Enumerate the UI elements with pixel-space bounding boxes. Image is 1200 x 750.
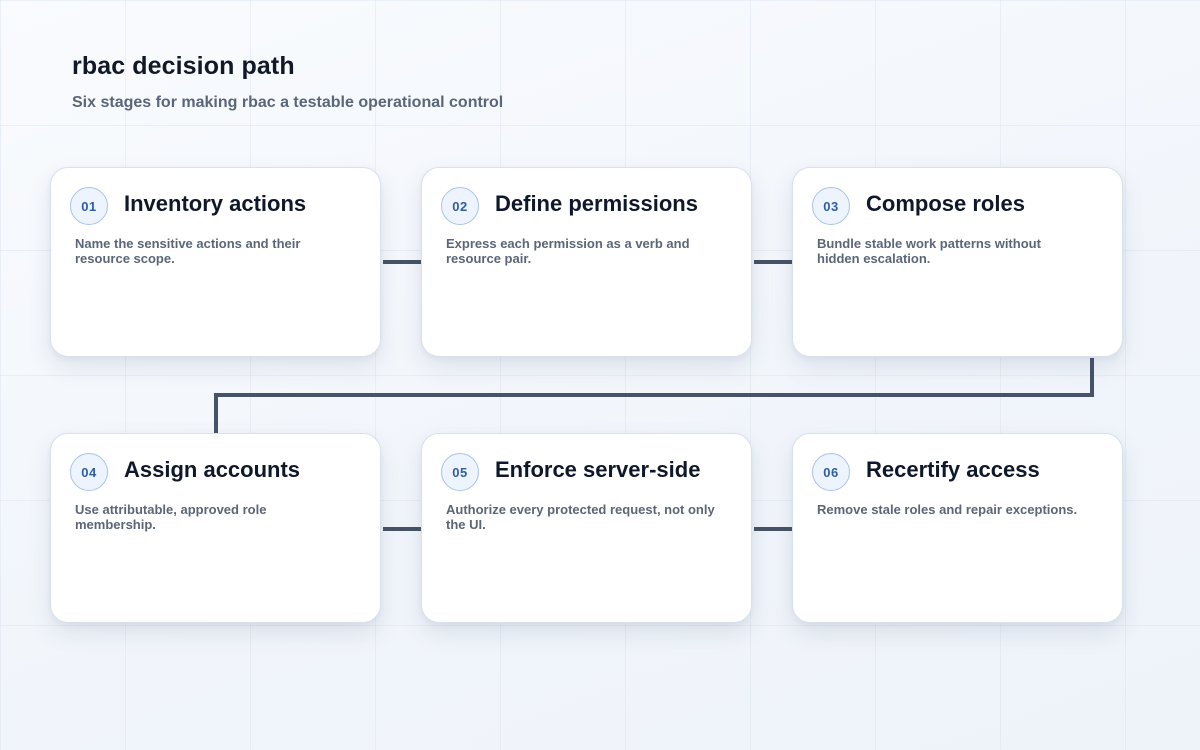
stage-title: Inventory actions: [124, 191, 307, 216]
stage-description: Authorize every protected request, not o…: [446, 502, 715, 532]
stage-title: Compose roles: [866, 191, 1025, 216]
stage-card-compose-roles: 03 Compose roles Bundle stable work patt…: [792, 167, 1123, 357]
stage-card-recertify-access: 06 Recertify access Remove stale roles a…: [792, 433, 1123, 623]
stage-number-badge: 02: [441, 187, 479, 225]
stage-title: Assign accounts: [124, 457, 301, 482]
stage-number-badge: 01: [70, 187, 108, 225]
connector-03-04: [214, 358, 1094, 433]
stage-card-assign-accounts: 04 Assign accounts Use attributable, app…: [50, 433, 381, 623]
stage-card-enforce-server-side: 05 Enforce server-side Authorize every p…: [421, 433, 752, 623]
stage-number-badge: 06: [812, 453, 850, 491]
stage-title: Define permissions: [495, 191, 698, 216]
stage-number-badge: 05: [441, 453, 479, 491]
stage-description: Bundle stable work patterns without hidd…: [817, 236, 1041, 266]
stage-title: Enforce server-side: [495, 457, 701, 482]
stage-number-badge: 03: [812, 187, 850, 225]
stage-card-define-permissions: 02 Define permissions Express each permi…: [421, 167, 752, 357]
stage-description: Express each permission as a verb and re…: [446, 236, 690, 266]
stage-description: Use attributable, approved role membersh…: [75, 502, 267, 532]
stage-title: Recertify access: [866, 457, 1040, 482]
stage-description: Name the sensitive actions and their res…: [75, 236, 301, 266]
stage-description: Remove stale roles and repair exceptions…: [817, 502, 1078, 517]
stage-card-inventory-actions: 01 Inventory actions Name the sensitive …: [50, 167, 381, 357]
connector-lines: [214, 260, 1094, 531]
stage-number-badge: 04: [70, 453, 108, 491]
